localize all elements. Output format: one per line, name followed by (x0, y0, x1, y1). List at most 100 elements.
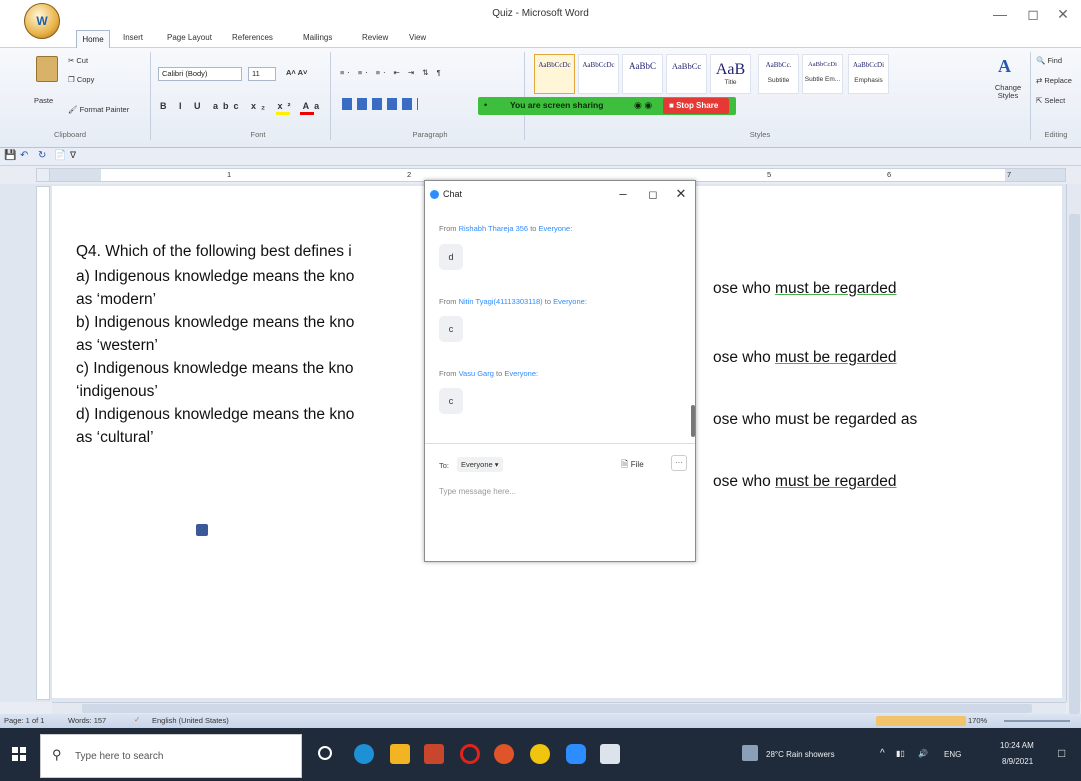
tab-selector-icon[interactable] (36, 168, 50, 182)
list-icons[interactable]: ≡⋅ ≡⋅ ≡⋅ ⇤ ⇥ ⇅ ¶ (340, 68, 444, 77)
chat-message[interactable]: c (439, 316, 463, 342)
zoom-slider[interactable] (1004, 720, 1070, 722)
font-format-icons[interactable]: B I U abc x₂ x² Aa (160, 101, 324, 111)
share-options-icon[interactable]: ◉ ◉ (634, 100, 652, 111)
to-label: To: (439, 461, 450, 470)
close-icon[interactable]: ✕ (1048, 4, 1078, 24)
paste-options-icon[interactable] (196, 524, 208, 536)
option-a-right: ose who must be regarded (713, 280, 897, 297)
change-styles-button[interactable]: Change Styles (994, 84, 1022, 100)
select-button[interactable]: ⇱ Select (1036, 96, 1065, 105)
zoom-level[interactable]: 170% (968, 716, 987, 725)
style-emphasis[interactable]: AaBbCcDi Emphasis (848, 54, 889, 94)
style-heading-2[interactable]: AaBbCcHeading 2 (666, 54, 707, 94)
font-color-icon[interactable] (300, 112, 314, 115)
styles-gallery[interactable]: AaBbCcDcNormalAaBbCcDcNo Spaci...AaBbCHe… (530, 48, 970, 128)
style-heading-1[interactable]: AaBbCHeading 1 (622, 54, 663, 94)
tab-references[interactable]: References (232, 33, 273, 42)
brave-icon[interactable] (494, 744, 514, 764)
maximize-icon[interactable]: ◻ (643, 188, 663, 201)
highlight-color-icon[interactable] (276, 112, 290, 115)
paste-button[interactable]: Paste (34, 96, 53, 105)
chat-message[interactable]: d (439, 244, 463, 270)
minimize-icon[interactable]: – (613, 186, 633, 201)
view-buttons[interactable] (876, 716, 966, 726)
search-icon: ⚲ (52, 747, 62, 762)
minimize-icon[interactable]: — (985, 4, 1015, 24)
file-button[interactable]: 🗎 File (621, 457, 644, 473)
horizontal-scrollbar[interactable] (52, 702, 1066, 714)
tab-insert[interactable]: Insert (123, 33, 143, 42)
customize-qat-icon[interactable]: ∇ (70, 150, 76, 161)
style-normal[interactable]: AaBbCcDcNormal (534, 54, 575, 94)
scroll-thumb[interactable] (1069, 214, 1080, 714)
font-size-combo[interactable]: 11 (248, 67, 276, 81)
group-label-editing: Editing (1044, 130, 1068, 139)
style-no-spaci[interactable]: AaBbCcDcNo Spaci... (578, 54, 619, 94)
chat-message-input[interactable]: Type message here... (439, 487, 516, 496)
style-subtle-em[interactable]: AaBbCcDi Subtle Em... (802, 54, 843, 94)
notification-icon[interactable]: □ (1058, 746, 1065, 760)
weather-text[interactable]: 28°C Rain showers (766, 750, 835, 759)
print-preview-icon[interactable]: 📄 (54, 150, 66, 161)
zoom-app-icon[interactable] (566, 744, 586, 764)
style-subtitle[interactable]: AaBbCc. Subtitle (758, 54, 799, 94)
language-tray[interactable]: ENG (944, 750, 961, 759)
opera-icon[interactable] (460, 744, 480, 764)
windows-start-icon[interactable] (12, 747, 26, 761)
chat-message[interactable]: c (439, 388, 463, 414)
tab-review[interactable]: Review (362, 33, 388, 42)
word-count[interactable]: Words: 157 (68, 716, 106, 725)
screen-sharing-bar[interactable]: • You are screen sharing ◉ ◉ ■ Stop Shar… (478, 97, 736, 115)
close-icon[interactable]: ✕ (671, 186, 691, 202)
format-painter-button[interactable]: 🖌 Format Painter (68, 105, 129, 114)
paste-icon[interactable] (36, 56, 58, 82)
weather-icon[interactable] (742, 745, 758, 761)
proofing-icon[interactable]: ✓ (134, 715, 140, 724)
chat-title: Chat (443, 189, 463, 199)
maximize-icon[interactable]: ◻ (1018, 4, 1048, 24)
cortana-icon[interactable] (318, 746, 332, 760)
tray-overflow-icon[interactable]: ^ (880, 748, 885, 759)
style-name: Title (724, 79, 737, 86)
clock-date[interactable]: 8/9/2021 (1002, 757, 1033, 766)
word-app-icon[interactable] (600, 744, 620, 764)
office-button[interactable]: W (24, 3, 60, 39)
change-styles-icon[interactable]: A (998, 56, 1011, 77)
style-sample: AaBbCcDi (808, 61, 837, 68)
tab-view[interactable]: View (409, 33, 426, 42)
font-name-combo[interactable]: Calibri (Body) (158, 67, 242, 81)
grow-shrink-font-icon[interactable]: A˄ A˅ (286, 68, 307, 77)
cut-button[interactable]: ✂ Cut (68, 56, 88, 65)
chat-window[interactable]: Chat – ◻ ✕ From Rishabh Thareja 356 to E… (424, 180, 696, 562)
find-button[interactable]: 🔍 Find (1036, 56, 1062, 65)
alignment-icons[interactable] (342, 98, 418, 110)
volume-icon[interactable]: 🔊 (918, 749, 928, 758)
undo-icon[interactable]: ↶ (20, 150, 28, 161)
scroll-thumb[interactable] (82, 704, 1032, 713)
app-k-icon[interactable] (424, 744, 444, 764)
vertical-scrollbar[interactable] (1066, 184, 1081, 714)
clock-time[interactable]: 10:24 AM (1000, 741, 1034, 750)
more-options-button[interactable]: ··· (671, 455, 687, 471)
chat-scrollbar[interactable] (691, 405, 695, 437)
save-icon[interactable]: 💾 (4, 150, 16, 161)
language-indicator[interactable]: English (United States) (152, 716, 229, 725)
vertical-ruler[interactable] (36, 186, 50, 700)
file-explorer-icon[interactable] (390, 744, 410, 764)
tab-page-layout[interactable]: Page Layout (167, 33, 212, 42)
replace-button[interactable]: ⇄ Replace (1036, 76, 1072, 85)
page-count[interactable]: Page: 1 of 1 (4, 716, 44, 725)
recipient-dropdown[interactable]: Everyone ▾ (457, 457, 503, 472)
taskbar-search-input[interactable]: Type here to search (40, 734, 302, 778)
copy-button[interactable]: ❐ Copy (68, 75, 94, 84)
chrome-icon[interactable] (530, 744, 550, 764)
redo-icon[interactable]: ↻ (38, 150, 46, 161)
style-sample: AaB (715, 61, 746, 78)
stop-share-button[interactable]: ■ Stop Share (663, 98, 729, 114)
style-title[interactable]: AaB Title (710, 54, 751, 94)
edge-icon[interactable] (354, 744, 374, 764)
tab-mailings[interactable]: Mailings (303, 33, 332, 42)
tab-home[interactable]: Home (76, 30, 110, 48)
battery-icon[interactable]: ▮▯ (896, 749, 905, 758)
